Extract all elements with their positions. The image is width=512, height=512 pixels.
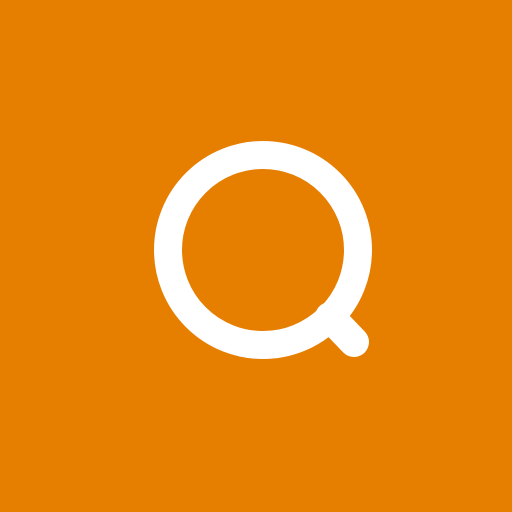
search-app-icon[interactable] (0, 0, 512, 512)
magnifier-handle (315, 302, 369, 357)
icon-background (0, 0, 512, 512)
search-icon (0, 0, 512, 512)
